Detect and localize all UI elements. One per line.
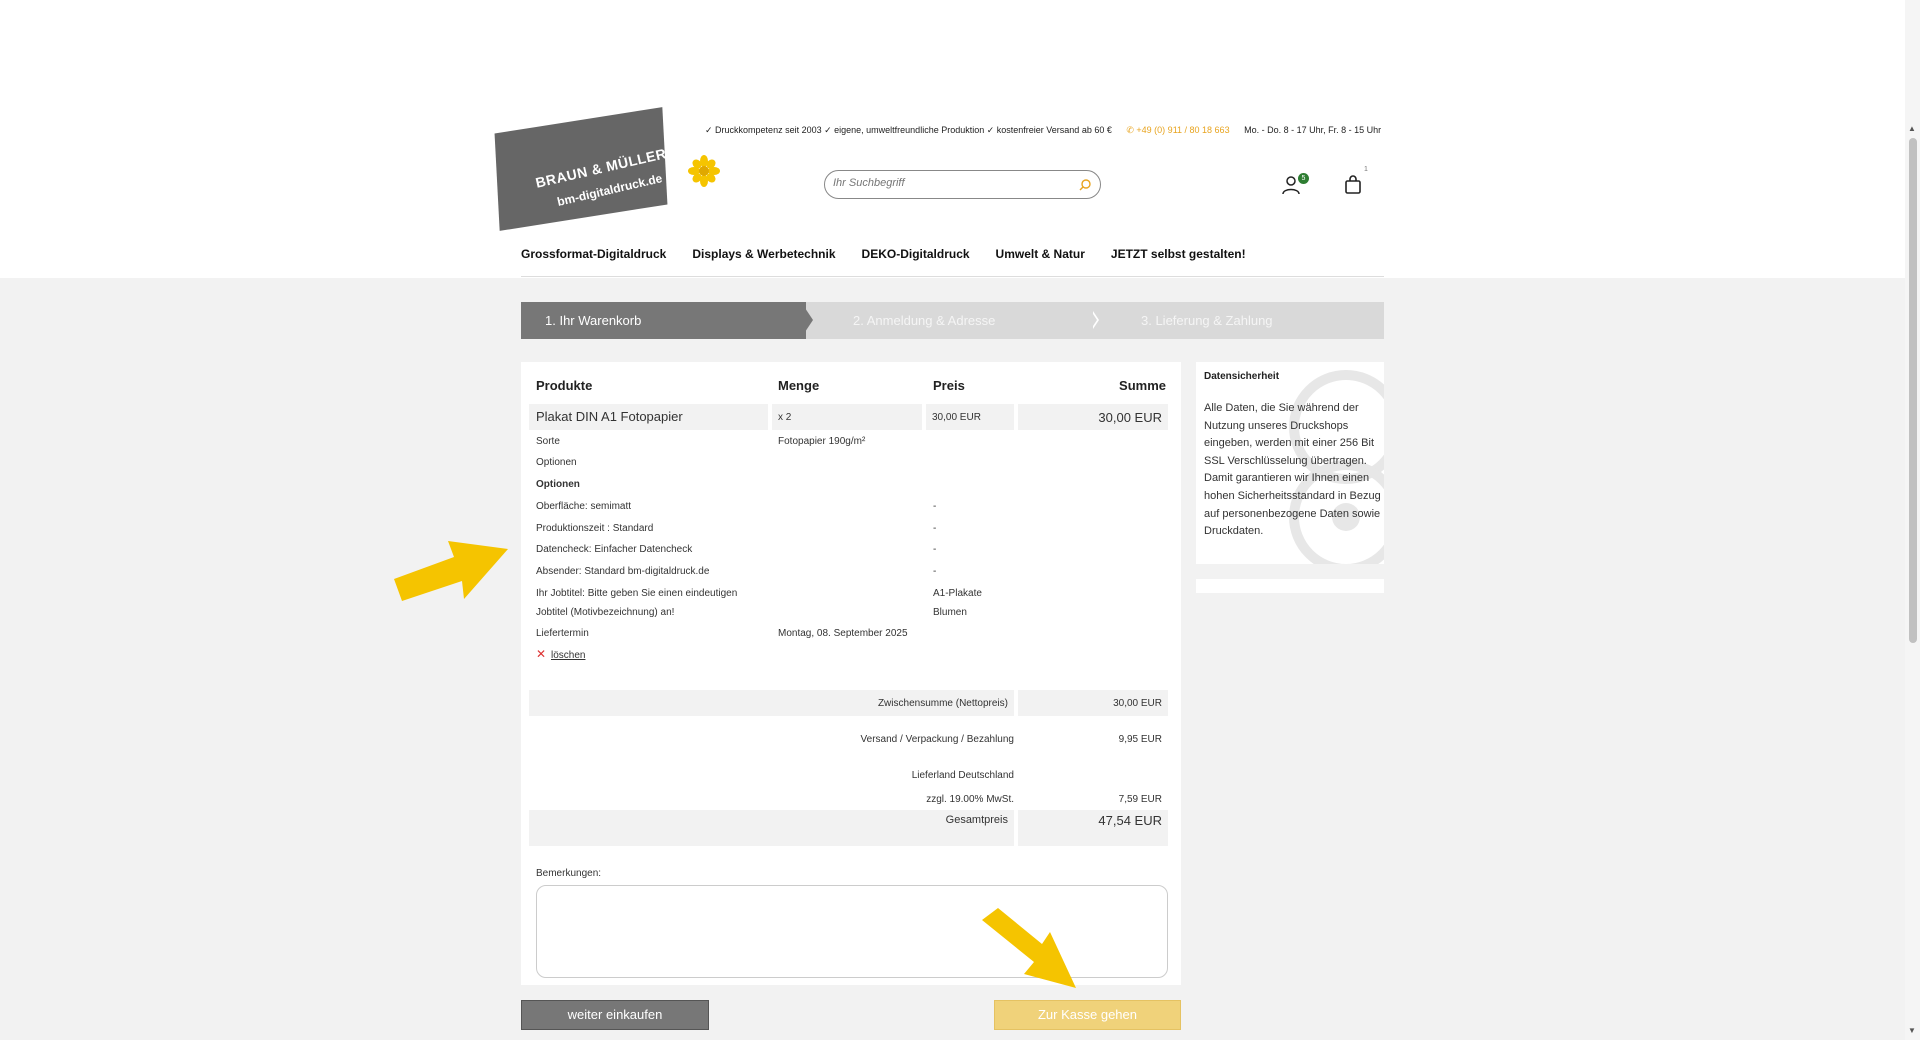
sorte-label: Sorte <box>536 436 560 447</box>
step-arrow-1 <box>801 302 813 338</box>
phone-link[interactable]: ✆ +49 (0) 911 / 80 18 663 <box>1126 125 1229 135</box>
subtotal-label: Zwischensumme (Nettopreis) <box>877 698 1008 709</box>
cart-count: 1 <box>1364 166 1368 173</box>
options-heading: Optionen <box>536 479 580 490</box>
option-value: - <box>933 523 937 534</box>
option-value: - <box>933 544 937 555</box>
product-quantity: x 2 <box>778 412 792 423</box>
total-label-cell: Gesamtpreis <box>529 810 1014 846</box>
step-delivery-payment: 3. Lieferung & Zahlung <box>1087 302 1384 339</box>
shipping-label: Versand / Verpackung / Bezahlung <box>860 734 1014 745</box>
jobtitle-label: Ihr Jobtitel: Bitte geben Sie einen eind… <box>536 588 738 599</box>
product-price: 30,00 EUR <box>932 412 981 423</box>
jobtitle-label-line2: Jobtitel (Motivbezeichnung) an! <box>536 607 675 618</box>
user-badge: 5 <box>1298 173 1309 184</box>
jobtitle-value-line2: Blumen <box>933 607 967 618</box>
opening-hours: Mo. - Do. 8 - 17 Uhr, Fr. 8 - 15 Uhr <box>1244 125 1382 135</box>
remarks-label: Bemerkungen: <box>536 868 602 879</box>
total-label: Gesamtpreis <box>945 814 1008 826</box>
search-icon[interactable] <box>1078 178 1092 192</box>
vat-value: 7,59 EUR <box>1118 794 1162 805</box>
shopping-bag-icon[interactable] <box>1342 174 1364 196</box>
continue-shopping-button[interactable]: weiter einkaufen <box>521 1000 709 1030</box>
side-panel-secondary <box>1196 579 1384 593</box>
side-panel-text: Alle Daten, die Sie während der Nutzung … <box>1204 402 1381 538</box>
product-sum: 30,00 EUR <box>1098 410 1162 425</box>
checkout-steps: 3. Lieferung & Zahlung 2. Anmeldung & Ad… <box>521 302 1384 339</box>
nav-item-grossformat[interactable]: Grossformat-Digitaldruck <box>521 247 666 261</box>
nav-item-displays[interactable]: Displays & Werbetechnik <box>692 247 835 261</box>
delete-icon[interactable]: ✕ <box>536 647 546 661</box>
price-cell: 30,00 EUR <box>926 404 1014 430</box>
top-info-bar: ✓ Druckkompetenz seit 2003 ✓ eigene, umw… <box>705 125 1381 136</box>
cart-panel: Produkte Menge Preis Summe Plakat DIN A1… <box>521 362 1181 985</box>
column-header-price: Preis <box>933 378 965 393</box>
step-cart: 1. Ihr Warenkorb <box>521 302 806 339</box>
option-value: - <box>933 501 937 512</box>
nav-item-selbst-gestalten[interactable]: JETZT selbst gestalten! <box>1111 247 1246 261</box>
option-label: Oberfläche: semimatt <box>536 501 632 512</box>
options-label: Optionen <box>536 457 577 468</box>
shipping-value: 9,95 EUR <box>1118 734 1162 745</box>
scroll-down-icon[interactable]: ▼ <box>1908 1026 1916 1035</box>
delivery-label: Liefertermin <box>536 628 589 639</box>
delete-link[interactable]: löschen <box>551 650 585 661</box>
scrollbar-thumb[interactable] <box>1909 138 1917 643</box>
claims-text: ✓ Druckkompetenz seit 2003 ✓ eigene, umw… <box>705 125 1112 135</box>
side-panel-title: Datensicherheit <box>1204 371 1280 382</box>
option-label: Datencheck: Einfacher Datencheck <box>536 544 693 555</box>
header-area <box>0 0 1905 278</box>
vat-label: zzgl. 19.00% MwSt. <box>926 794 1014 805</box>
delivery-country: Lieferland Deutschland <box>911 770 1014 781</box>
option-label: Absender: Standard bm-digitaldruck.de <box>536 566 710 577</box>
total-value-cell: 47,54 EUR <box>1018 810 1168 846</box>
sum-cell: 30,00 EUR <box>1018 404 1168 430</box>
main-navigation: Grossformat-Digitaldruck Displays & Werb… <box>521 247 1246 261</box>
sunflower-icon <box>688 155 720 187</box>
nav-item-umwelt[interactable]: Umwelt & Natur <box>996 247 1085 261</box>
column-header-quantity: Menge <box>778 378 820 393</box>
total-value: 47,54 EUR <box>1098 813 1162 828</box>
nav-divider <box>521 276 1384 277</box>
column-header-products: Produkte <box>536 378 593 393</box>
subtotal-value: 30,00 EUR <box>1113 698 1162 709</box>
data-security-panel: Datensicherheit Alle Daten, die Sie währ… <box>1196 362 1384 564</box>
column-header-sum: Summe <box>1119 378 1166 393</box>
nav-item-deko[interactable]: DEKO-Digitaldruck <box>862 247 970 261</box>
option-label: Produktionszeit : Standard <box>536 523 654 534</box>
sorte-value: Fotopapier 190g/m² <box>778 436 866 447</box>
annotation-arrow-left <box>394 541 508 601</box>
annotation-arrow-checkout <box>982 908 1076 988</box>
product-name-cell: Plakat DIN A1 Fotopapier <box>529 404 768 430</box>
quantity-cell: x 2 <box>772 404 922 430</box>
subtotal-value-cell: 30,00 EUR <box>1018 690 1168 716</box>
jobtitle-value: A1-Plakate <box>933 588 982 599</box>
vertical-scrollbar[interactable]: ▲ ▼ <box>1905 0 1920 1040</box>
scroll-up-icon[interactable]: ▲ <box>1908 124 1916 133</box>
search-bar[interactable] <box>824 170 1101 199</box>
checkout-button[interactable]: Zur Kasse gehen <box>994 1000 1181 1030</box>
step-login-address: 2. Anmeldung & Adresse <box>801 302 1093 339</box>
search-input[interactable] <box>833 177 1063 189</box>
subtotal-label-cell: Zwischensumme (Nettopreis) <box>529 690 1014 716</box>
delivery-date: Montag, 08. September 2025 <box>778 628 908 639</box>
product-name: Plakat DIN A1 Fotopapier <box>536 409 683 424</box>
option-value: - <box>933 566 937 577</box>
